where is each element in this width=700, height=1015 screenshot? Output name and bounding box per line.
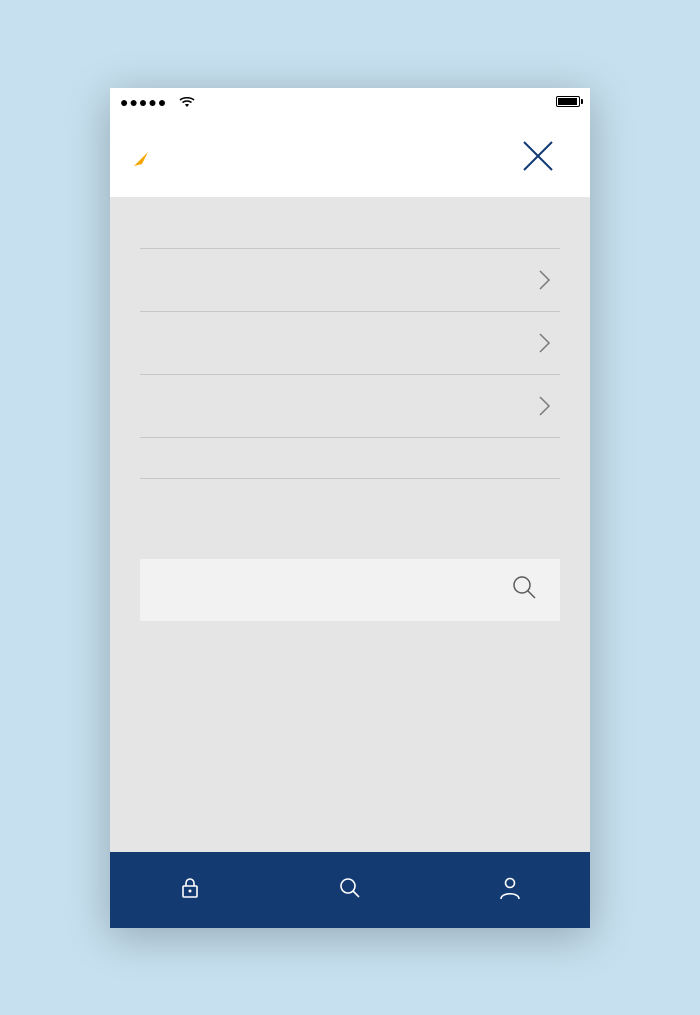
status-bar: ●●●●● (110, 88, 590, 116)
search-icon (337, 875, 363, 901)
close-button[interactable] (516, 134, 560, 178)
logo-accent-icon (132, 150, 150, 173)
battery-icon (556, 96, 580, 107)
chevron-right-icon (538, 269, 552, 291)
menu-item-produkte[interactable] (140, 248, 560, 311)
menu-area (110, 198, 590, 852)
lock-icon (177, 875, 203, 901)
app-header (110, 116, 590, 198)
bottom-bar (110, 852, 590, 928)
search-input[interactable] (162, 578, 510, 601)
bottom-contact[interactable] (430, 875, 590, 905)
close-icon (518, 136, 558, 176)
person-icon (497, 875, 523, 901)
chevron-right-icon (538, 395, 552, 417)
chevron-right-icon (538, 332, 552, 354)
phone-frame: ●●●●● (110, 88, 590, 928)
bottom-login[interactable] (110, 875, 270, 905)
search-icon (510, 573, 538, 606)
search-field[interactable] (140, 559, 560, 621)
menu-item-news[interactable] (140, 437, 560, 478)
status-left: ●●●●● (120, 94, 195, 110)
menu-list (140, 248, 560, 519)
wifi-icon (179, 96, 195, 108)
signal-dots-icon: ●●●●● (120, 94, 167, 110)
menu-item-ueber-uns[interactable] (140, 374, 560, 437)
menu-item-vertriebspartner[interactable] (140, 478, 560, 519)
bottom-search[interactable] (270, 875, 430, 905)
menu-item-fonds[interactable] (140, 311, 560, 374)
